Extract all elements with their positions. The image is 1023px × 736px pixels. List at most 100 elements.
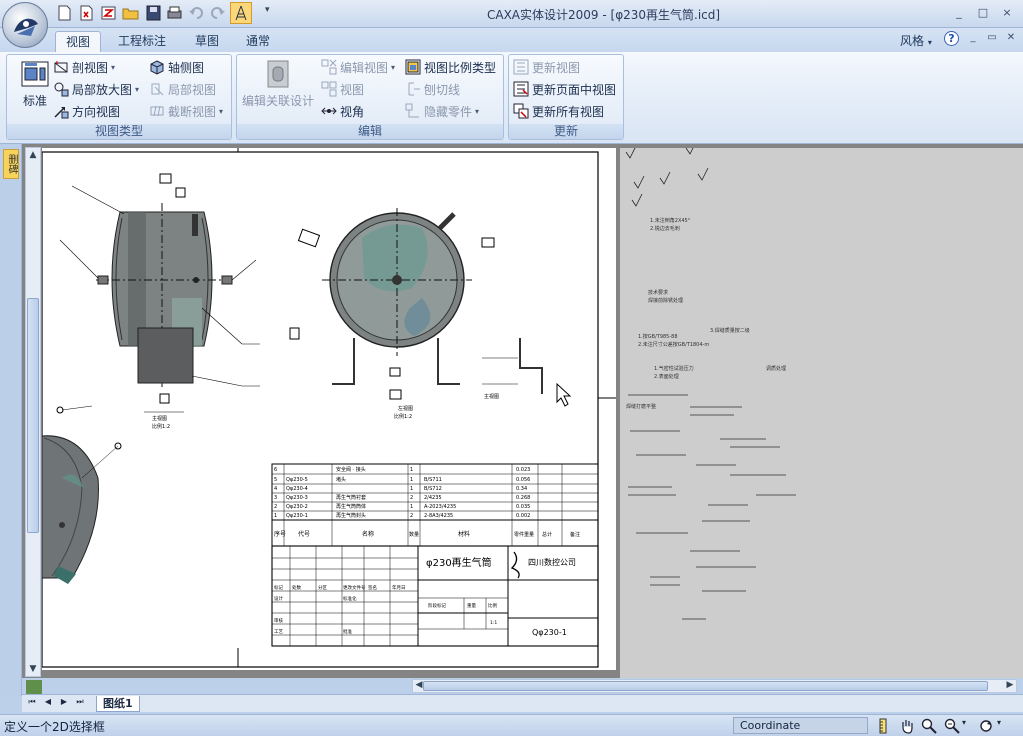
detail-bracket: 主视图 bbox=[482, 338, 543, 400]
update-all-views-label: 更新所有视图 bbox=[532, 104, 605, 119]
hide-parts-button[interactable]: 隐藏零件 ▾ bbox=[405, 101, 479, 121]
minimize-button[interactable]: _ bbox=[951, 6, 967, 20]
coordinate-field[interactable]: Coordinate bbox=[733, 717, 868, 734]
title-bar: ▾ CAXA实体设计2009 - [φ230再生气筒.icd] _ □ × bbox=[0, 0, 1023, 28]
thumbnail-icon[interactable] bbox=[26, 680, 42, 694]
tb-review: 审核 bbox=[274, 617, 283, 624]
next-sheet-icon[interactable]: ▶ bbox=[56, 697, 72, 710]
group-update-label: 更新 bbox=[509, 124, 623, 139]
view-label: 视图 bbox=[340, 82, 365, 97]
direction-view-button[interactable]: 方向视图 bbox=[53, 101, 120, 121]
bom-row-2-weight: 0.035 bbox=[516, 504, 530, 510]
hide-parts-label: 隐藏零件 bbox=[424, 104, 473, 119]
ruler-icon[interactable] bbox=[875, 718, 891, 734]
group-update: 更新视图 更新页面中视图 更新所有视图 更新 bbox=[508, 54, 624, 140]
view-scale-type-label: 视图比例类型 bbox=[424, 60, 497, 75]
tb-date: 年月日 bbox=[392, 584, 406, 591]
side-panel-tab[interactable]: 删碑 bbox=[3, 149, 19, 179]
secondary-drawing-view[interactable]: 1.未注倒角2X45° 2.锐边去毛刺 技术要求 焊接前除锈处理 1.按GB/T… bbox=[620, 141, 1023, 678]
zoom-icon[interactable] bbox=[921, 718, 937, 734]
section-view-button[interactable]: 剖视图 ▾ bbox=[53, 57, 115, 77]
update-view-button[interactable]: 更新视图 bbox=[513, 57, 580, 77]
update-all-views-button[interactable]: 更新所有视图 bbox=[513, 101, 604, 121]
bom-row-3-material: 2/4235 bbox=[424, 495, 442, 501]
bom-row-3-qty: 2 bbox=[410, 495, 413, 501]
tab-general[interactable]: 通常 bbox=[236, 31, 280, 52]
local-view-button[interactable]: 局部视图 bbox=[149, 79, 216, 99]
save-icon[interactable] bbox=[145, 5, 162, 21]
scroll-down-icon[interactable]: ▼ bbox=[26, 662, 40, 676]
drawing-sheet[interactable]: 主视图 比例1:2 左视图 比例1:2 主视图 6 安全阀 · 接头 1 0.0… bbox=[41, 148, 616, 670]
tab-engineering-annotation[interactable]: 工程标注 bbox=[108, 31, 176, 52]
zoom-dropdown-icon[interactable]: ▾ bbox=[962, 718, 978, 734]
horizontal-scrollbar[interactable]: ◀ ▶ bbox=[412, 679, 1017, 693]
tab-view[interactable]: 视图 bbox=[55, 31, 102, 52]
bom-row-6-weight: 0.023 bbox=[516, 467, 530, 473]
sheet-nav-buttons: ⏮ ◀ ▶ ⏭ bbox=[24, 697, 92, 710]
bom-row-1-name: 再生气筒封头 bbox=[336, 512, 366, 519]
open-folder-icon[interactable] bbox=[122, 5, 139, 21]
edit-linked-design-button[interactable]: 编辑关联设计 bbox=[239, 59, 317, 109]
note-7: 3.焊缝质量按二级 bbox=[710, 327, 750, 334]
print-icon[interactable] bbox=[166, 5, 183, 21]
new-engineering-icon[interactable] bbox=[100, 5, 117, 21]
bom-row-5-qty: 1 bbox=[410, 477, 413, 483]
detail-zoom-icon bbox=[54, 82, 69, 97]
view-scale-type-button[interactable]: 视图比例类型 bbox=[405, 57, 496, 77]
note-6: 2.未注尺寸公差按GB/T1804-m bbox=[638, 341, 709, 348]
note-5: 1.按GB/T985-88 bbox=[638, 333, 678, 340]
style-menu[interactable]: 风格 ▾ bbox=[900, 32, 932, 49]
edit-linked-design-label: 编辑关联设计 bbox=[241, 94, 314, 108]
pan-hand-icon[interactable] bbox=[899, 718, 915, 734]
bom-row-5-name: 堵头 bbox=[336, 476, 346, 483]
tower-tool-icon[interactable] bbox=[230, 2, 252, 24]
redo-icon[interactable] bbox=[209, 5, 226, 21]
vertical-scroll-thumb[interactable] bbox=[27, 298, 39, 533]
doc-close-button[interactable]: ✕ bbox=[1004, 32, 1018, 44]
style-menu-label: 风格 bbox=[900, 34, 925, 48]
first-sheet-icon[interactable]: ⏮ bbox=[24, 697, 40, 710]
status-bar: 定义一个2D选择框 Coordinate ▾ ▾ bbox=[0, 714, 1023, 736]
last-sheet-icon[interactable]: ⏭ bbox=[72, 697, 88, 710]
axonometric-view-button[interactable]: 轴侧图 bbox=[149, 57, 204, 77]
scroll-right-icon[interactable]: ▶ bbox=[1003, 679, 1017, 691]
direction-view-label: 方向视图 bbox=[72, 104, 121, 119]
note-9: 1.气密性试验压力 bbox=[654, 365, 694, 372]
drawing-sheet-graphics: 主视图 比例1:2 左视图 比例1:2 主视图 6 安全阀 · 接头 1 0.0… bbox=[41, 148, 616, 668]
edit-view-button[interactable]: 编辑视图 ▾ bbox=[321, 57, 395, 77]
tab-sketch[interactable]: 草图 bbox=[185, 31, 229, 52]
view-angle-button[interactable]: 视角 bbox=[321, 101, 364, 121]
section-line-button[interactable]: 刨切线 bbox=[405, 79, 460, 99]
vertical-scrollbar[interactable]: ▲ ▼ bbox=[25, 147, 41, 677]
note-2: 2.锐边去毛刺 bbox=[650, 225, 680, 232]
bom-row-5-material: B/S711 bbox=[424, 477, 442, 483]
update-page-views-button[interactable]: 更新页面中视图 bbox=[513, 79, 616, 99]
zoom-window-icon[interactable] bbox=[944, 718, 960, 734]
bom-row-3-weight: 0.268 bbox=[516, 495, 530, 501]
bom-row-2-no: 2 bbox=[274, 504, 277, 510]
rotate-view-icon[interactable] bbox=[978, 718, 994, 734]
prev-sheet-icon[interactable]: ◀ bbox=[40, 697, 56, 710]
update-all-views-icon bbox=[513, 103, 529, 119]
bom-row-4-weight: 0.34 bbox=[516, 486, 527, 492]
qat-customize-icon[interactable]: ▾ bbox=[265, 5, 282, 21]
scroll-left-icon[interactable]: ◀ bbox=[412, 679, 426, 691]
view-button[interactable]: 视图 bbox=[321, 79, 364, 99]
maximize-button[interactable]: □ bbox=[975, 6, 991, 20]
doc-minimize-button[interactable]: _ bbox=[966, 32, 980, 44]
doc-restore-button[interactable]: ▭ bbox=[985, 32, 999, 44]
hide-parts-icon bbox=[405, 103, 419, 118]
rotate-dropdown-icon[interactable]: ▾ bbox=[997, 718, 1013, 734]
scroll-up-icon[interactable]: ▲ bbox=[26, 148, 40, 162]
sheet-tab-1[interactable]: 图纸1 bbox=[96, 696, 140, 712]
undo-icon[interactable] bbox=[188, 5, 205, 21]
help-icon[interactable]: ? bbox=[944, 31, 959, 46]
detail-zoom-button[interactable]: 局部放大图 ▾ bbox=[53, 79, 139, 99]
app-menu-button[interactable] bbox=[2, 2, 48, 48]
new-file-icon[interactable] bbox=[56, 5, 73, 21]
new-drawing-icon[interactable] bbox=[78, 5, 95, 21]
horizontal-scroll-thumb[interactable] bbox=[423, 681, 988, 691]
close-button[interactable]: × bbox=[999, 6, 1015, 20]
bom-row-1-weight: 0.002 bbox=[516, 513, 530, 519]
broken-view-button[interactable]: 截断视图 ▾ bbox=[149, 101, 223, 121]
